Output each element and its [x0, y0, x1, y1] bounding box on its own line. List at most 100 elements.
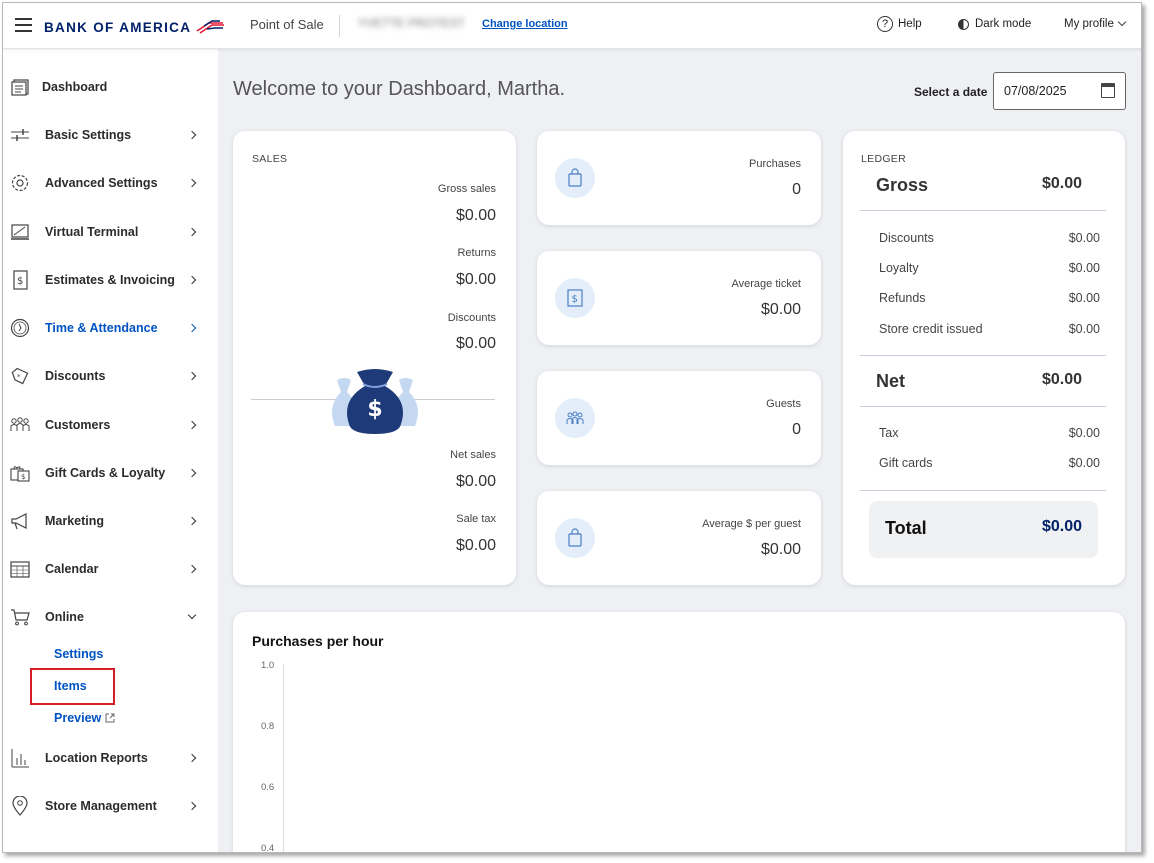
ledger-row: Refunds $0.00 — [879, 291, 1100, 305]
chevron-right-icon — [187, 130, 197, 140]
chevron-down-icon — [187, 610, 197, 620]
external-link-icon — [105, 713, 115, 723]
total-box: Total $0.00 — [869, 501, 1098, 558]
sidebar-item-dashboard[interactable]: Dashboard — [3, 67, 218, 107]
discounts-label: Discounts — [447, 312, 496, 324]
brand-name: BANK OF AMERICA — [44, 19, 192, 35]
location-pin-icon — [12, 796, 28, 816]
svg-text:*: * — [17, 373, 21, 381]
guests-label: Guests — [766, 398, 801, 410]
clock-icon — [10, 318, 30, 338]
change-location-link[interactable]: Change location — [482, 18, 568, 30]
chart-title: Purchases per hour — [252, 633, 384, 649]
sidebar-item-online[interactable]: Online — [3, 597, 218, 637]
sidebar-item-calendar[interactable]: Calendar — [3, 549, 218, 589]
help-icon: ? — [877, 16, 893, 32]
average-ticket-value: $0.00 — [760, 301, 801, 318]
y-axis — [283, 664, 284, 852]
chevron-right-icon — [187, 227, 197, 237]
sidebar-item-label: Virtual Terminal — [45, 225, 139, 239]
guests-icon — [555, 398, 595, 438]
chevron-right-icon — [187, 275, 197, 285]
returns-value: $0.00 — [455, 271, 496, 288]
top-bar: BANK OF AMERICA Point of Sale YVETTE PRO… — [3, 3, 1141, 49]
sale-tax-value: $0.00 — [455, 537, 496, 554]
chevron-right-icon — [187, 516, 197, 526]
ledger-row-label: Store credit issued — [879, 322, 983, 336]
sidebar-item-label: Calendar — [45, 562, 99, 576]
ledger-row: Loyalty $0.00 — [879, 261, 1100, 275]
ledger-row: Tax $0.00 — [879, 426, 1100, 440]
divider — [339, 15, 340, 37]
chevron-right-icon — [187, 753, 197, 763]
gift-card-icon: $ — [10, 466, 30, 482]
ledger-gross-label: Gross — [876, 175, 929, 195]
guests-card: Guests 0 — [537, 371, 821, 465]
invoice-icon: $ — [13, 270, 28, 290]
svg-text:$: $ — [21, 473, 25, 481]
sidebar-item-label: Store Management — [45, 799, 157, 813]
returns-label: Returns — [457, 247, 496, 259]
dashboard-icon — [11, 79, 29, 96]
sidebar-item-marketing[interactable]: Marketing — [3, 501, 218, 541]
sidebar-item-gift-cards-loyalty[interactable]: $ Gift Cards & Loyalty — [3, 453, 218, 493]
sidebar-item-label: Location Reports — [45, 751, 148, 765]
gross-sales-label: Gross sales — [437, 183, 496, 195]
divider — [860, 355, 1106, 356]
y-tick-label: 0.8 — [261, 721, 275, 732]
svg-text:$: $ — [572, 294, 578, 305]
svg-text:$: $ — [17, 276, 23, 287]
sidebar-item-location-reports[interactable]: Location Reports — [3, 738, 218, 778]
menu-icon[interactable] — [15, 18, 32, 32]
sidebar-item-store-management[interactable]: Store Management — [3, 786, 218, 826]
profile-menu[interactable]: My profile — [1064, 17, 1127, 30]
sidebar-item-customers[interactable]: Customers — [3, 405, 218, 445]
ledger-row-value: $0.00 — [1068, 426, 1100, 440]
location-name: YVETTE PROTEST — [358, 16, 465, 30]
sidebar-item-discounts[interactable]: * Discounts — [3, 356, 218, 396]
y-tick-label: 1.0 — [261, 660, 275, 671]
sidebar-item-advanced-settings[interactable]: Advanced Settings — [3, 163, 218, 203]
ledger-row-value: $0.00 — [1068, 322, 1100, 336]
ledger-row-label: Loyalty — [879, 261, 919, 275]
guests-value: 0 — [792, 421, 801, 438]
dark-mode-toggle[interactable]: Dark mode — [958, 18, 1031, 30]
y-tick-label: 0.6 — [261, 782, 275, 793]
ledger-net-label: Net — [876, 371, 906, 391]
net-sales-value: $0.00 — [455, 473, 496, 490]
sales-title: SALES — [252, 153, 288, 165]
chevron-down-icon — [1117, 17, 1127, 27]
ledger-net-row: Net $0.00 — [876, 371, 1082, 392]
sidebar-item-virtual-terminal[interactable]: Virtual Terminal — [3, 212, 218, 252]
sidebar-item-label: Gift Cards & Loyalty — [45, 466, 166, 480]
customers-icon — [10, 417, 30, 431]
ledger-row-value: $0.00 — [1068, 231, 1100, 245]
sidebar-item-time-attendance[interactable]: Time & Attendance — [3, 308, 218, 348]
gear-icon — [11, 174, 29, 192]
ledger-row-label: Tax — [879, 426, 899, 440]
purchases-card: Purchases 0 — [537, 131, 821, 225]
preview-label: Preview — [54, 711, 102, 725]
ledger-row-value: $0.00 — [1068, 291, 1100, 305]
y-tick-label: 0.4 — [261, 843, 275, 853]
tag-icon: * — [11, 367, 29, 385]
cart-icon — [11, 609, 30, 626]
sidebar-item-label: Online — [45, 610, 84, 624]
bar-chart-icon — [11, 749, 29, 768]
sidebar: Dashboard Basic Settings Advanced Settin… — [3, 49, 218, 852]
shopping-bag-icon — [555, 158, 595, 198]
app-name: Point of Sale — [250, 17, 324, 32]
date-input[interactable]: 07/08/2025 — [993, 72, 1126, 110]
calendar-icon[interactable] — [1101, 83, 1115, 98]
bank-logo[interactable]: BANK OF AMERICA — [44, 18, 225, 36]
sidebar-item-basic-settings[interactable]: Basic Settings — [3, 115, 218, 155]
net-sales-label: Net sales — [450, 449, 496, 461]
sidebar-subitem-preview[interactable]: Preview — [54, 711, 115, 725]
ledger-row: Discounts $0.00 — [879, 231, 1100, 245]
total-label: Total — [885, 518, 927, 538]
help-button[interactable]: ? Help — [877, 16, 922, 32]
sidebar-item-label: Customers — [45, 418, 111, 432]
sidebar-item-label: Marketing — [45, 514, 105, 528]
sidebar-subitem-settings[interactable]: Settings — [54, 647, 103, 661]
sidebar-item-estimates-invoicing[interactable]: $ Estimates & Invoicing — [3, 260, 218, 300]
